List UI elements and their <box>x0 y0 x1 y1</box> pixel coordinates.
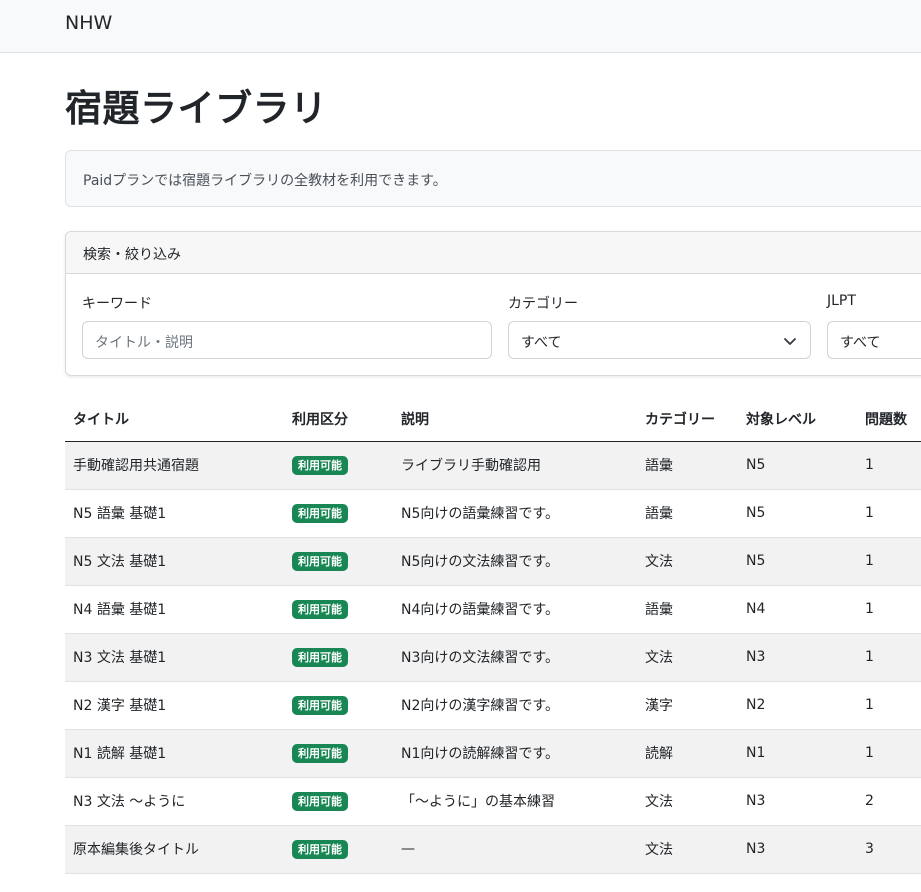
row-description: N2向けの漢字練習です。 <box>393 681 637 730</box>
row-title: N4 語彙 基礎1 <box>65 585 284 634</box>
row-level: N2 <box>738 681 857 730</box>
row-level: N3 <box>738 777 857 826</box>
row-category: 語彙 <box>637 585 738 634</box>
jlpt-select[interactable]: すべて <box>827 321 921 359</box>
row-title: 原本編集後タイトル <box>65 825 284 874</box>
row-category: 文法 <box>637 633 738 682</box>
col-description: 説明 <box>393 397 637 442</box>
row-title: N5 文法 基礎1 <box>65 537 284 586</box>
row-category: 文法 <box>637 825 738 874</box>
row-category: 文法 <box>637 537 738 586</box>
table-row[interactable]: N3 文法 基礎1 利用可能 N3向けの文法練習です。 文法 N3 1 <box>65 633 921 682</box>
row-count: 1 <box>857 681 921 730</box>
row-count: 1 <box>857 537 921 586</box>
row-description: ライブラリ手動確認用 <box>393 441 637 490</box>
row-category: 語彙 <box>637 441 738 490</box>
col-access: 利用区分 <box>284 397 393 442</box>
col-count: 問題数 <box>857 397 921 442</box>
jlpt-label: JLPT <box>827 293 856 309</box>
col-category: カテゴリー <box>637 397 738 442</box>
available-badge: 利用可能 <box>292 695 348 715</box>
row-description: N5向けの語彙練習です。 <box>393 489 637 538</box>
row-level: N3 <box>738 825 857 874</box>
available-badge: 利用可能 <box>292 791 348 811</box>
plan-notice: Paidプランでは宿題ライブラリの全教材を利用できます。 <box>65 150 921 207</box>
brand-link[interactable]: NHW <box>65 12 112 34</box>
row-description: 「〜ように」の基本練習 <box>393 777 637 826</box>
available-badge: 利用可能 <box>292 839 348 859</box>
keyword-placeholder: タイトル・説明 <box>95 335 193 351</box>
col-title: タイトル <box>65 397 284 442</box>
table-row[interactable]: 原本編集後タイトル 利用可能 — 文法 N3 3 <box>65 825 921 874</box>
row-title: N3 文法 基礎1 <box>65 633 284 682</box>
table-row[interactable]: N5 語彙 基礎1 利用可能 N5向けの語彙練習です。 語彙 N5 1 <box>65 489 921 538</box>
row-description: N4向けの語彙練習です。 <box>393 585 637 634</box>
row-level: N5 <box>738 537 857 586</box>
table-row[interactable]: N4 語彙 基礎1 利用可能 N4向けの語彙練習です。 語彙 N4 1 <box>65 585 921 634</box>
category-selected: すべて <box>521 335 562 351</box>
homework-table: タイトル 利用区分 説明 カテゴリー 対象レベル 問題数 手動確認用共通宿題 利… <box>65 397 921 874</box>
row-count: 1 <box>857 441 921 490</box>
row-category: 読解 <box>637 729 738 778</box>
row-level: N5 <box>738 441 857 490</box>
row-count: 1 <box>857 633 921 682</box>
row-count: 2 <box>857 777 921 826</box>
row-title: N5 語彙 基礎1 <box>65 489 284 538</box>
filter-card-header: 検索・絞り込み <box>66 232 921 274</box>
category-label: カテゴリー <box>508 296 578 312</box>
row-level: N5 <box>738 489 857 538</box>
table-row[interactable]: N5 文法 基礎1 利用可能 N5向けの文法練習です。 文法 N5 1 <box>65 537 921 586</box>
row-category: 漢字 <box>637 681 738 730</box>
row-level: N3 <box>738 633 857 682</box>
filter-card-title: 検索・絞り込み <box>83 247 181 263</box>
plan-notice-text: Paidプランでは宿題ライブラリの全教材を利用できます。 <box>83 173 447 189</box>
row-level: N1 <box>738 729 857 778</box>
row-description: — <box>393 825 637 874</box>
available-badge: 利用可能 <box>292 743 348 763</box>
row-count: 3 <box>857 825 921 874</box>
row-level: N4 <box>738 585 857 634</box>
row-title: N2 漢字 基礎1 <box>65 681 284 730</box>
table-row[interactable]: 手動確認用共通宿題 利用可能 ライブラリ手動確認用 語彙 N5 1 <box>65 441 921 490</box>
row-count: 1 <box>857 585 921 634</box>
filter-card: 検索・絞り込み キーワード タイトル・説明 カテゴリー すべて JLPT すべて <box>65 231 921 376</box>
table-header-row: タイトル 利用区分 説明 カテゴリー 対象レベル 問題数 <box>65 397 921 442</box>
table-row[interactable]: N1 読解 基礎1 利用可能 N1向けの読解練習です。 読解 N1 1 <box>65 729 921 778</box>
page-title: 宿題ライブラリ <box>65 87 328 130</box>
row-description: N5向けの文法練習です。 <box>393 537 637 586</box>
available-badge: 利用可能 <box>292 455 348 475</box>
row-category: 語彙 <box>637 489 738 538</box>
available-badge: 利用可能 <box>292 647 348 667</box>
keyword-label: キーワード <box>82 296 152 312</box>
row-description: N3向けの文法練習です。 <box>393 633 637 682</box>
row-description: N1向けの読解練習です。 <box>393 729 637 778</box>
row-title: 手動確認用共通宿題 <box>65 441 284 490</box>
available-badge: 利用可能 <box>292 599 348 619</box>
row-count: 1 <box>857 729 921 778</box>
keyword-input[interactable]: タイトル・説明 <box>82 321 492 359</box>
row-count: 1 <box>857 489 921 538</box>
row-title: N1 読解 基礎1 <box>65 729 284 778</box>
available-badge: 利用可能 <box>292 551 348 571</box>
navbar: NHW <box>0 0 921 53</box>
row-title: N3 文法 〜ように <box>65 777 284 826</box>
table-row[interactable]: N3 文法 〜ように 利用可能 「〜ように」の基本練習 文法 N3 2 <box>65 777 921 826</box>
available-badge: 利用可能 <box>292 503 348 523</box>
chevron-down-icon <box>784 338 796 345</box>
row-category: 文法 <box>637 777 738 826</box>
table-row[interactable]: N2 漢字 基礎1 利用可能 N2向けの漢字練習です。 漢字 N2 1 <box>65 681 921 730</box>
col-level: 対象レベル <box>738 397 857 442</box>
jlpt-selected: すべて <box>840 335 881 351</box>
category-select[interactable]: すべて <box>508 321 811 359</box>
